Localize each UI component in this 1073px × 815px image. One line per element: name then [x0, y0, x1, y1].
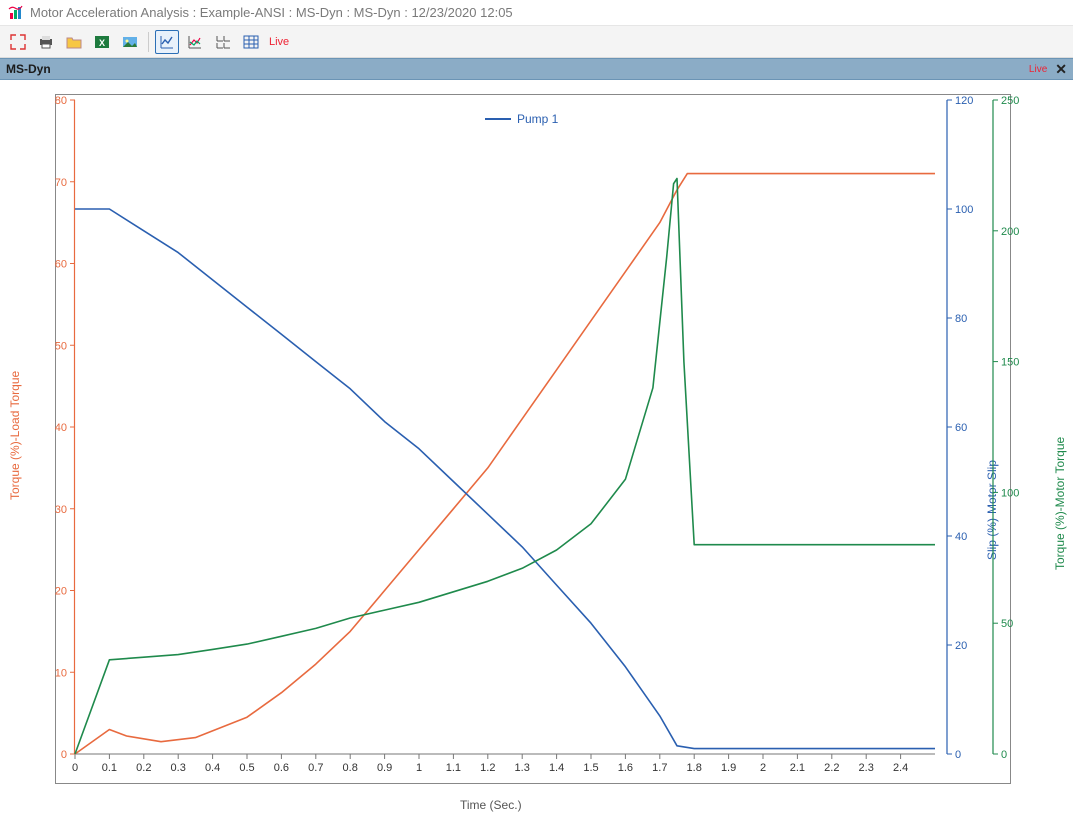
svg-text:0.6: 0.6 — [274, 762, 289, 774]
svg-text:40: 40 — [955, 531, 967, 543]
svg-text:1.1: 1.1 — [446, 762, 461, 774]
svg-text:1.6: 1.6 — [618, 762, 633, 774]
svg-text:0: 0 — [955, 749, 961, 761]
svg-text:80: 80 — [955, 313, 967, 325]
svg-text:2.2: 2.2 — [824, 762, 839, 774]
svg-text:2.4: 2.4 — [893, 762, 908, 774]
svg-text:70: 70 — [55, 177, 67, 189]
svg-text:2: 2 — [760, 762, 766, 774]
svg-text:0.9: 0.9 — [377, 762, 392, 774]
expand-button[interactable] — [6, 30, 30, 54]
svg-text:10: 10 — [55, 667, 67, 679]
svg-text:1.4: 1.4 — [549, 762, 564, 774]
svg-text:1: 1 — [416, 762, 422, 774]
svg-text:60: 60 — [955, 422, 967, 434]
svg-text:150: 150 — [1001, 357, 1019, 369]
svg-text:0.4: 0.4 — [205, 762, 220, 774]
svg-text:0.3: 0.3 — [171, 762, 186, 774]
export-image-button[interactable] — [118, 30, 142, 54]
svg-text:2.1: 2.1 — [790, 762, 805, 774]
svg-text:1.9: 1.9 — [721, 762, 736, 774]
svg-text:30: 30 — [55, 504, 67, 516]
x-axis-label: Time (Sec.) — [460, 798, 522, 812]
toolbar-live-label: Live — [269, 36, 289, 48]
stacked-chart-button[interactable] — [211, 30, 235, 54]
svg-text:20: 20 — [955, 640, 967, 652]
svg-text:120: 120 — [955, 95, 973, 107]
svg-text:200: 200 — [1001, 226, 1019, 238]
svg-text:100: 100 — [1001, 487, 1019, 499]
panel-header: MS-Dyn Live ✕ — [0, 58, 1073, 80]
svg-text:50: 50 — [55, 340, 67, 352]
toolbar: X Live — [0, 26, 1073, 58]
svg-text:0: 0 — [72, 762, 78, 774]
svg-text:0: 0 — [61, 749, 67, 761]
svg-text:1.7: 1.7 — [652, 762, 667, 774]
print-button[interactable] — [34, 30, 58, 54]
svg-text:60: 60 — [55, 259, 67, 271]
svg-text:0.1: 0.1 — [102, 762, 117, 774]
chart-area: Pump 1 Torque (%)-Load Torque Slip (%)-M… — [0, 80, 1073, 815]
svg-text:1.3: 1.3 — [515, 762, 530, 774]
svg-text:2.3: 2.3 — [859, 762, 874, 774]
svg-text:1.8: 1.8 — [687, 762, 702, 774]
svg-text:0.5: 0.5 — [239, 762, 254, 774]
svg-text:0: 0 — [1001, 749, 1007, 761]
panel-live-label: Live — [1029, 64, 1047, 75]
svg-text:1.2: 1.2 — [480, 762, 495, 774]
table-view-button[interactable] — [239, 30, 263, 54]
y-axis-left-label: Torque (%)-Load Torque — [8, 371, 22, 500]
svg-text:1.5: 1.5 — [583, 762, 598, 774]
chart-plot: 0102030405060708002040608010012005010015… — [55, 94, 1011, 784]
svg-text:40: 40 — [55, 422, 67, 434]
window-title: Motor Acceleration Analysis : Example-AN… — [30, 5, 513, 20]
toolbar-separator — [148, 32, 149, 52]
svg-text:100: 100 — [955, 204, 973, 216]
export-excel-button[interactable]: X — [90, 30, 114, 54]
multi-axis-chart-button[interactable] — [183, 30, 207, 54]
close-icon[interactable]: ✕ — [1055, 61, 1067, 78]
line-chart-mode-button[interactable] — [155, 30, 179, 54]
svg-text:0.8: 0.8 — [343, 762, 358, 774]
svg-text:20: 20 — [55, 586, 67, 598]
window-title-bar: Motor Acceleration Analysis : Example-AN… — [0, 0, 1073, 26]
svg-text:80: 80 — [55, 95, 67, 107]
panel-title: MS-Dyn — [6, 62, 51, 76]
y-axis-right2-label: Torque (%)-Motor Torque — [1053, 437, 1067, 570]
svg-text:50: 50 — [1001, 618, 1013, 630]
svg-text:X: X — [99, 38, 105, 48]
svg-text:250: 250 — [1001, 95, 1019, 107]
svg-text:0.2: 0.2 — [136, 762, 151, 774]
app-icon — [8, 5, 24, 21]
open-folder-button[interactable] — [62, 30, 86, 54]
svg-text:0.7: 0.7 — [308, 762, 323, 774]
